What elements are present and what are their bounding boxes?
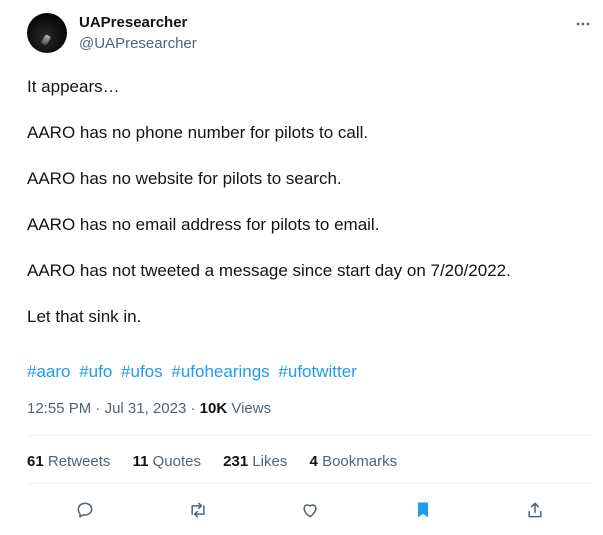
likes-label: Likes <box>252 453 288 470</box>
tweet-meta: 12:55 PM · Jul 31, 2023 · 10K Views <box>27 400 271 417</box>
tweet-line: Let that sink in. <box>27 307 142 326</box>
tweet-line <box>27 144 587 167</box>
likes-stat[interactable]: 231 Likes <box>223 453 287 470</box>
tweet-line: AARO has not tweeted a message since sta… <box>27 261 511 280</box>
retweets-stat[interactable]: 61 Retweets <box>27 453 110 470</box>
tweet-date[interactable]: Jul 31, 2023 <box>105 400 187 417</box>
meta-separator: · <box>190 400 196 417</box>
hashtag-link[interactable]: #ufotwitter <box>278 362 356 381</box>
likes-count: 231 <box>223 453 249 470</box>
retweets-label: Retweets <box>47 453 111 470</box>
retweets-count: 61 <box>27 453 44 470</box>
tweet-line: AARO has no phone number for pilots to c… <box>27 123 369 142</box>
divider <box>27 435 593 436</box>
reply-icon[interactable] <box>67 492 103 528</box>
author-handle[interactable]: @UAPresearcher <box>79 35 197 52</box>
quotes-label: Quotes <box>152 453 201 470</box>
tweet: UAPresearcher @UAPresearcher It appears…… <box>0 0 603 535</box>
share-icon[interactable] <box>517 492 553 528</box>
bookmarks-label: Bookmarks <box>322 453 398 470</box>
tweet-line <box>27 190 587 213</box>
meta-separator: · <box>95 400 101 417</box>
author-name[interactable]: UAPresearcher <box>79 14 187 31</box>
retweet-icon[interactable] <box>180 492 216 528</box>
avatar[interactable] <box>27 13 67 53</box>
bookmarks-count: 4 <box>309 453 318 470</box>
bookmark-icon[interactable] <box>405 492 441 528</box>
tweet-line <box>27 236 587 259</box>
views-label: Views <box>231 400 272 417</box>
tweet-line: It appears… <box>27 77 120 96</box>
tweet-text: It appears… AARO has no phone number for… <box>27 75 587 328</box>
engagement-stats: 61 Retweets 11 Quotes 231 Likes 4 Bookma… <box>27 453 415 470</box>
action-bar <box>27 492 593 528</box>
hashtag-link[interactable]: #ufohearings <box>171 362 269 381</box>
quotes-stat[interactable]: 11 Quotes <box>133 453 201 470</box>
views-count: 10K <box>199 400 228 417</box>
tweet-line <box>27 282 587 305</box>
tweet-line <box>27 98 587 121</box>
divider <box>27 483 593 484</box>
tweet-time[interactable]: 12:55 PM <box>27 400 91 417</box>
hashtag-link[interactable]: #ufos <box>121 362 163 381</box>
hashtags: #aaro #ufo #ufos #ufohearings #ufotwitte… <box>27 360 361 383</box>
like-icon[interactable] <box>292 492 328 528</box>
more-icon[interactable] <box>571 14 595 34</box>
tweet-line: AARO has no website for pilots to search… <box>27 169 342 188</box>
hashtag-link[interactable]: #ufo <box>79 362 112 381</box>
quotes-count: 11 <box>132 453 149 470</box>
bookmarks-stat[interactable]: 4 Bookmarks <box>310 453 398 470</box>
hashtag-link[interactable]: #aaro <box>27 362 70 381</box>
tweet-line: AARO has no email address for pilots to … <box>27 215 380 234</box>
